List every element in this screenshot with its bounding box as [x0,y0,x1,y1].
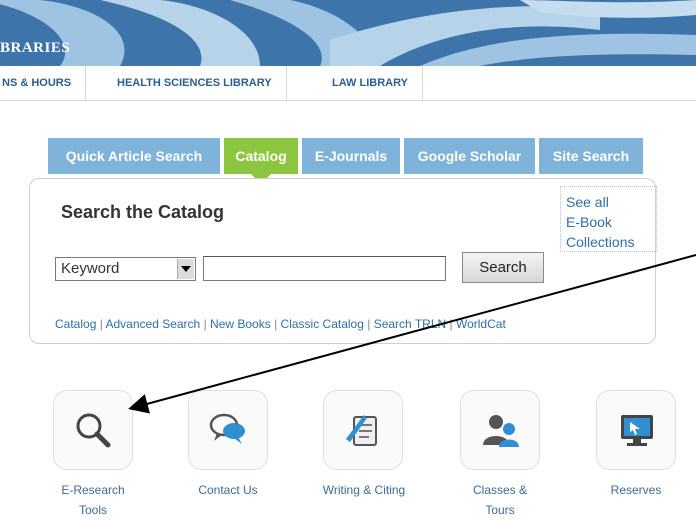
panel-title: Search the Catalog [61,202,225,222]
tile-label-line[interactable]: E-Research [38,480,148,500]
chevron-down-icon[interactable] [177,259,194,279]
banner-title: BRARIES [0,40,71,56]
link-new-books[interactable]: New Books [210,317,271,331]
top-nav: NS & HOURS HEALTH SCIENCES LIBRARY LAW L… [0,66,696,101]
link-catalog[interactable]: Catalog [55,317,96,331]
link-search-trln[interactable]: Search TRLN [374,317,446,331]
tile-label-line[interactable]: Reserves [581,480,691,500]
tile-label-line[interactable]: Tours [445,500,555,520]
tile-writing-citing[interactable] [323,390,403,470]
tab-quick-article-search[interactable]: Quick Article Search [48,138,220,174]
ebook-link-line3[interactable]: Collections [566,232,656,252]
site-banner: BRARIES [0,0,696,66]
tab-google-scholar[interactable]: Google Scholar [404,138,535,174]
tile-label-classes-tours[interactable]: Classes & Tours [445,480,555,520]
tile-label-contact-us[interactable]: Contact Us [173,480,283,500]
tile-label-e-research-tools[interactable]: E-Research Tools [38,480,148,520]
tile-label-line[interactable]: Writing & Citing [309,480,419,500]
link-worldcat[interactable]: WorldCat [456,317,506,331]
tile-label-line[interactable]: Tools [38,500,148,520]
search-button[interactable]: Search [462,252,544,283]
tile-label-reserves[interactable]: Reserves [581,480,691,500]
tile-e-research-tools[interactable] [53,390,133,470]
ebook-collections-link[interactable]: See all E-Book Collections [560,186,657,252]
nav-item-locations-hours[interactable]: NS & HOURS [0,66,87,100]
search-input[interactable] [203,256,446,281]
tile-label-line[interactable]: Contact Us [173,480,283,500]
tab-site-search[interactable]: Site Search [539,138,643,174]
catalog-links: Catalog | Advanced Search | New Books | … [55,317,506,331]
tab-e-journals[interactable]: E-Journals [302,138,400,174]
nav-item-law-library[interactable]: LAW LIBRARY [318,66,423,100]
search-type-value: Keyword [61,260,120,277]
people-icon [483,415,519,447]
speech-bubbles-icon [209,413,245,444]
tile-reserves[interactable] [596,390,676,470]
tile-contact-us[interactable] [188,390,268,470]
link-advanced-search[interactable]: Advanced Search [106,317,201,331]
search-type-select[interactable]: Keyword [55,257,196,281]
ebook-link-line1[interactable]: See all [566,192,656,212]
quill-scroll-icon [346,415,377,446]
link-classic-catalog[interactable]: Classic Catalog [281,317,364,331]
magnifier-icon [76,413,111,448]
tile-label-writing-citing[interactable]: Writing & Citing [309,480,419,500]
tab-catalog[interactable]: Catalog [224,138,298,174]
monitor-icon [621,415,653,446]
ebook-link-line2[interactable]: E-Book [566,212,656,232]
nav-item-health-sciences[interactable]: HEALTH SCIENCES LIBRARY [103,66,287,100]
tile-label-line[interactable]: Classes & [445,480,555,500]
tile-classes-tours[interactable] [460,390,540,470]
banner-swirl-graphic [0,0,696,66]
